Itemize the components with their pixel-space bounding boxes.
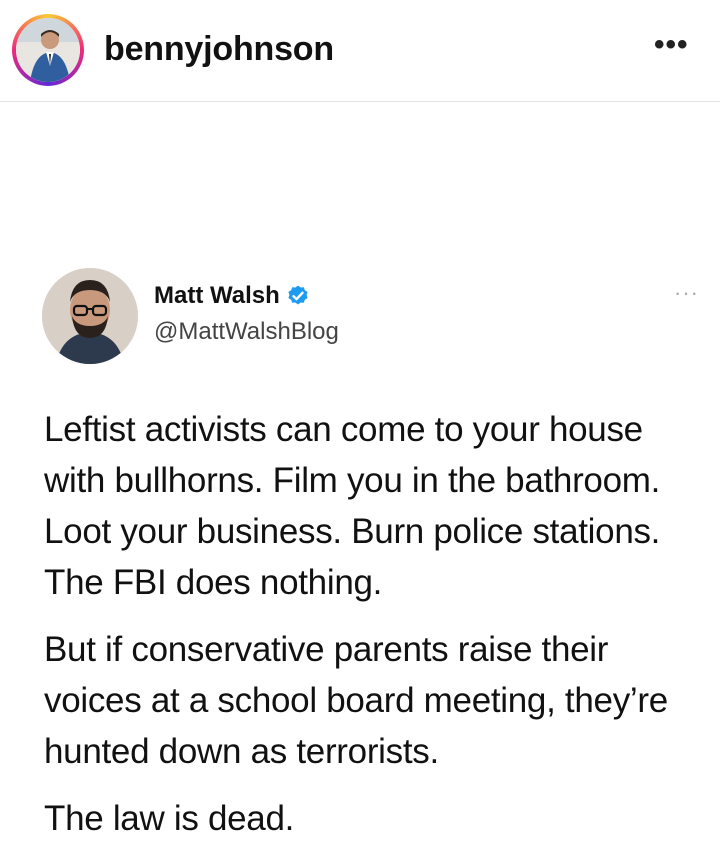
tweet-body: Leftist activists can come to your house… <box>44 404 704 860</box>
tweet-paragraph: The law is dead. <box>44 799 295 838</box>
story-ring[interactable] <box>12 14 84 86</box>
post-username[interactable]: bennyjohnson <box>104 30 334 69</box>
tweet-author-row: Matt Walsh <box>154 282 310 310</box>
tweet-author-name[interactable]: Matt Walsh <box>154 282 280 310</box>
tweet-author-avatar[interactable] <box>42 268 138 364</box>
verified-badge-icon <box>288 285 308 305</box>
instagram-post-header: bennyjohnson ••• <box>0 0 720 102</box>
avatar[interactable] <box>16 18 80 82</box>
profile-photo-icon <box>16 18 80 82</box>
tweet-paragraph: Leftist activists can come to your house… <box>44 410 661 602</box>
author-photo-icon <box>42 268 138 364</box>
tweet-author-handle[interactable]: @MattWalshBlog <box>154 318 339 346</box>
more-options-icon[interactable]: ••• <box>654 28 689 62</box>
tweet-more-icon[interactable]: ··· <box>674 280 699 306</box>
tweet-paragraph: But if conservative parents raise their … <box>44 630 668 771</box>
